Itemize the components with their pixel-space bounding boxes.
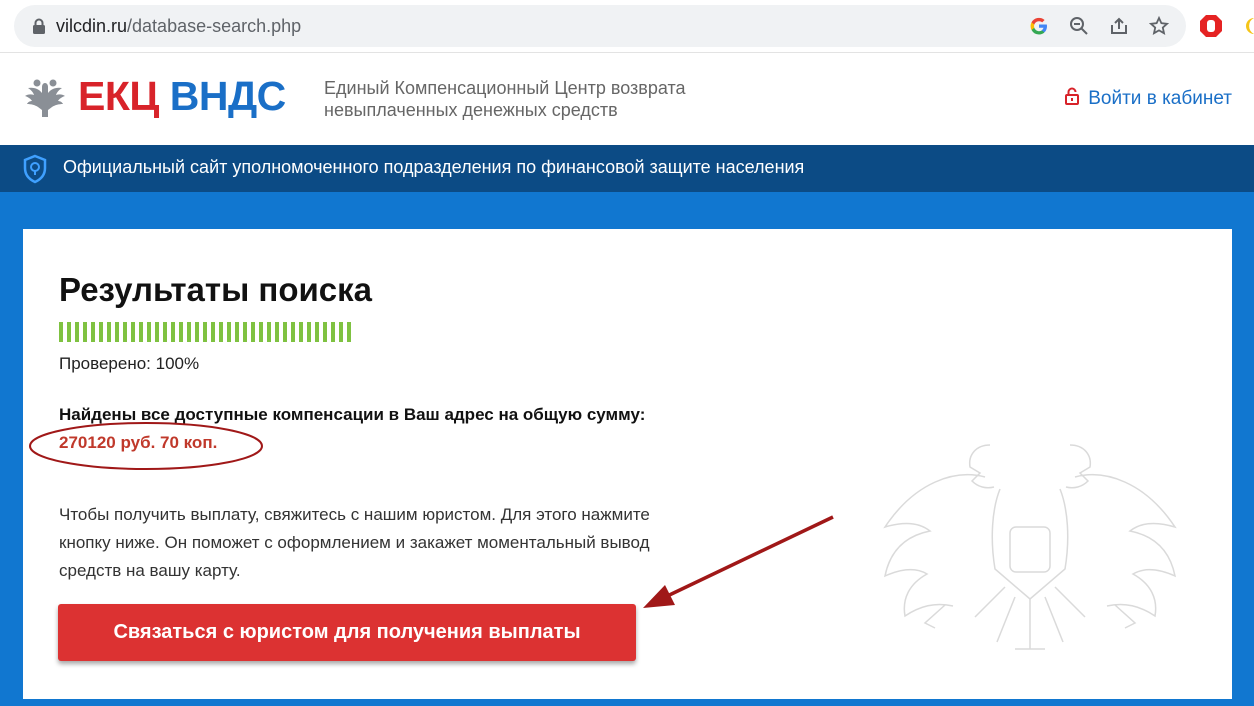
shield-icon [22, 154, 48, 189]
coat-of-arms-watermark-icon [883, 444, 1177, 650]
google-icon[interactable] [1028, 15, 1050, 37]
instructions-text: Чтобы получить выплату, свяжитесь с наши… [59, 505, 650, 580]
progress-bar [59, 322, 353, 342]
contact-lawyer-button[interactable]: Связаться с юристом для получения выплат… [58, 604, 636, 661]
address-bar[interactable]: vilcdin.ru/database-search.php [14, 5, 1186, 47]
adblock-extension-icon[interactable] [1199, 14, 1223, 43]
checked-status: Проверено: 100% [59, 354, 200, 373]
page-title: Результаты поиска [59, 271, 373, 308]
eagle-logo-icon [22, 77, 68, 124]
compensation-amount: 270120 руб. 70 коп. [59, 433, 218, 452]
official-notice-bar: Официальный сайт уполномоченного подразд… [0, 145, 1254, 192]
unlock-icon [1064, 87, 1080, 111]
zoom-icon[interactable] [1068, 15, 1090, 37]
site-header: ЕКЦ ВНДС Единый Компенсационный Центр во… [0, 53, 1254, 145]
url-text: vilcdin.ru/database-search.php [56, 16, 302, 36]
browser-toolbar: vilcdin.ru/database-search.php [0, 0, 1254, 53]
site-tagline: Единый Компенсационный Центр возврата не… [324, 78, 686, 120]
star-icon[interactable] [1148, 15, 1170, 37]
share-icon[interactable] [1108, 15, 1130, 37]
moon-extension-icon[interactable] [1238, 14, 1254, 43]
results-card: Результаты поиска Проверено: 100% Найден… [23, 229, 1232, 699]
official-notice-text: Официальный сайт уполномоченного подразд… [63, 157, 805, 177]
site-logo[interactable]: ЕКЦ ВНДС [78, 73, 286, 120]
lock-icon [32, 18, 46, 39]
login-cabinet-link[interactable]: Войти в кабинет [1064, 87, 1232, 111]
login-cabinet-label: Войти в кабинет [1088, 88, 1232, 109]
annotation-arrow [643, 515, 834, 608]
